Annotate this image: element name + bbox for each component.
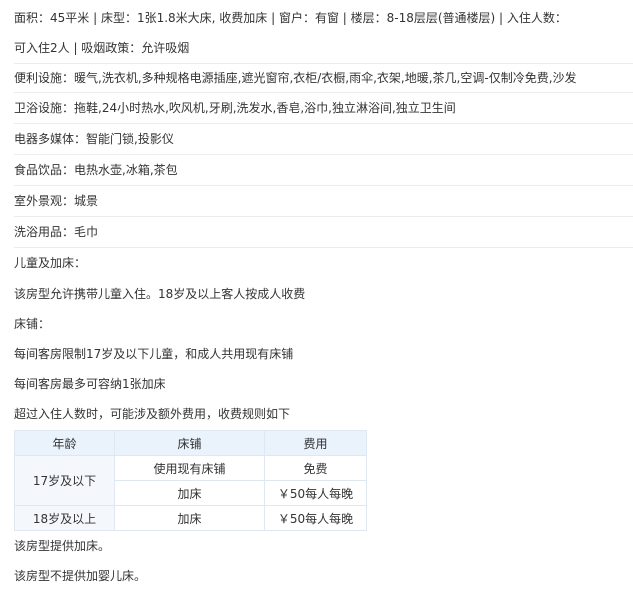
table-row: 18岁及以上 加床 ￥50每人每晚 (14, 505, 367, 531)
bedding-heading: 床铺： (14, 317, 51, 331)
room-basic-info-line1: 面积：45平米 | 床型：1张1.8米大床, 收费加床 | 窗户：有窗 | 楼层… (14, 11, 567, 25)
facilities-line: 便利设施：暖气,洗衣机,多种规格电源插座,遮光窗帘,衣柜/衣橱,雨伞,衣架,地暖… (14, 71, 577, 85)
bed-cell: 使用现有床铺 (114, 455, 265, 481)
divider (14, 92, 633, 93)
fee-cell: ￥50每人每晚 (264, 480, 367, 506)
room-basic-info-line2: 可入住2人 | 吸烟政策：允许吸烟 (14, 41, 190, 55)
divider (14, 123, 633, 124)
divider (14, 185, 633, 186)
fee-table: 年龄 床铺 费用 17岁及以下 使用现有床铺 免费 加床 ￥50每人每晚 18岁… (14, 430, 367, 531)
extra-bed-capacity-text: 每间客房最多可容纳1张加床 (14, 377, 166, 391)
extra-bed-available-text: 该房型提供加床。 (14, 539, 111, 553)
children-policy-text: 该房型允许携带儿童入住。18岁及以上客人按成人收费 (14, 287, 306, 301)
age-cell: 18岁及以上 (14, 505, 115, 531)
header-bed: 床铺 (114, 430, 265, 456)
fee-note-text: 超过入住人数时，可能涉及额外费用，收费规则如下 (14, 407, 291, 421)
room-details-page: 面积：45平米 | 床型：1张1.8米大床, 收费加床 | 窗户：有窗 | 楼层… (0, 0, 633, 602)
bathroom-line: 卫浴设施：拖鞋,24小时热水,吹风机,牙刷,洗发水,香皂,浴巾,独立淋浴间,独立… (14, 101, 456, 115)
table-row: 17岁及以下 使用现有床铺 免费 (14, 455, 367, 506)
crib-unavailable-text: 该房型不提供加婴儿床。 (14, 569, 147, 583)
food-line: 食品饮品：电热水壶,冰箱,茶包 (14, 163, 178, 177)
fee-cell-free: 免费 (264, 455, 367, 481)
bed-cell: 加床 (114, 505, 265, 531)
age-cell: 17岁及以下 (14, 455, 115, 506)
divider (14, 63, 633, 64)
fee-table-header-row: 年龄 床铺 费用 (14, 430, 367, 456)
divider (14, 216, 633, 217)
bedding-rule-text: 每间客房限制17岁及以下儿童，和成人共用现有床铺 (14, 347, 294, 361)
view-line: 室外景观：城景 (14, 194, 99, 208)
toiletries-line: 洗浴用品：毛巾 (14, 225, 99, 239)
children-extra-bed-heading: 儿童及加床： (14, 256, 87, 270)
bed-cell: 加床 (114, 480, 265, 506)
fee-cell: ￥50每人每晚 (264, 505, 367, 531)
header-fee: 费用 (264, 430, 367, 456)
divider (14, 154, 633, 155)
header-age: 年龄 (14, 430, 115, 456)
media-line: 电器多媒体：智能门锁,投影仪 (14, 132, 174, 146)
divider (14, 247, 633, 248)
